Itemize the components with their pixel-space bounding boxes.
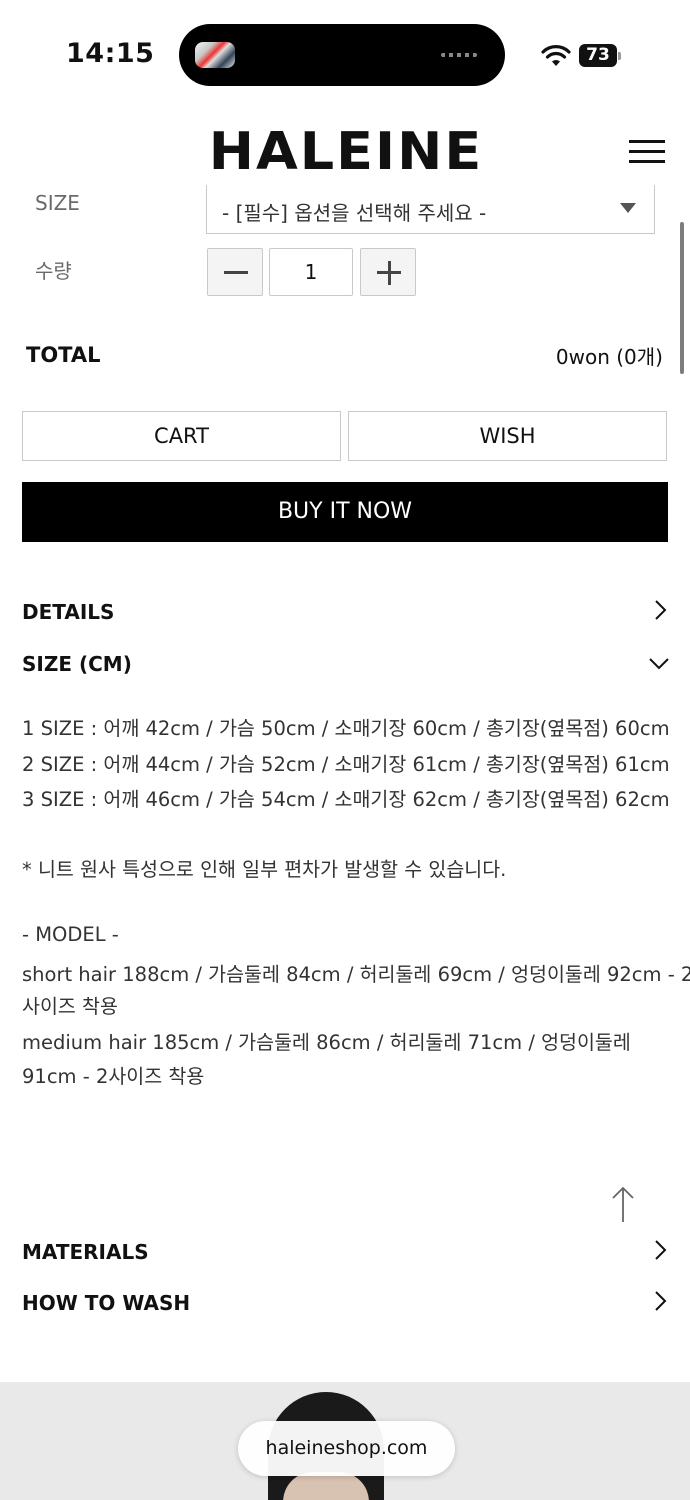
quantity-decrease-button[interactable]	[207, 248, 263, 296]
size-select-placeholder: - [필수] 옵션을 선택해 주세요 -	[222, 201, 487, 225]
wifi-icon	[541, 45, 571, 66]
dynamic-island	[179, 24, 505, 86]
size-option-label: SIZE	[35, 191, 80, 215]
size-spec-line: 2 SIZE : 어깨 44cm / 가슴 52cm / 소매기장 61cm /…	[22, 753, 670, 776]
dropdown-arrow-icon	[620, 203, 636, 213]
model-info-line: short hair 188cm / 가슴둘레 84cm / 허리둘레 69cm…	[22, 963, 690, 986]
scroll-to-top-arrow-icon[interactable]	[610, 1186, 636, 1224]
status-bar: 14:15 73	[0, 0, 690, 105]
total-value: 0won (0개)	[555, 345, 663, 369]
hamburger-menu-icon[interactable]	[629, 140, 665, 164]
chevron-right-icon[interactable]	[651, 599, 669, 621]
battery-icon: 73	[579, 44, 621, 67]
page-scrollbar[interactable]	[680, 222, 684, 374]
total-label: TOTAL	[26, 343, 101, 367]
quantity-label: 수량	[35, 259, 72, 283]
now-playing-thumbnail-icon	[195, 42, 235, 68]
activity-indicator-icon	[441, 53, 477, 57]
size-note: * 니트 원사 특성으로 인해 일부 편차가 발생할 수 있습니다.	[22, 858, 507, 881]
model-info-line: 사이즈 착용	[22, 995, 118, 1018]
size-accordion-title[interactable]: SIZE (CM)	[22, 652, 132, 676]
wish-button[interactable]: WISH	[348, 411, 667, 461]
battery-level: 73	[579, 44, 617, 67]
quantity-increase-button[interactable]	[360, 248, 416, 296]
chevron-right-icon[interactable]	[651, 1239, 669, 1261]
buy-now-button[interactable]: BUY IT NOW	[22, 482, 668, 542]
brand-logo[interactable]: HALEINE	[196, 123, 496, 181]
chevron-right-icon[interactable]	[651, 1290, 669, 1312]
chevron-down-icon[interactable]	[648, 654, 670, 672]
quantity-input[interactable]: 1	[269, 248, 353, 296]
model-info-line: 91cm - 2사이즈 착용	[22, 1065, 205, 1088]
model-info-line: medium hair 185cm / 가슴둘레 86cm / 허리둘레 71c…	[22, 1031, 631, 1054]
details-accordion-title[interactable]: DETAILS	[22, 600, 114, 624]
cart-button[interactable]: CART	[22, 411, 341, 461]
materials-accordion-title[interactable]: MATERIALS	[22, 1240, 149, 1264]
size-spec-line: 3 SIZE : 어깨 46cm / 가슴 54cm / 소매기장 62cm /…	[22, 788, 670, 811]
model-heading: - MODEL -	[22, 923, 119, 946]
how-to-wash-accordion-title[interactable]: HOW TO WASH	[22, 1291, 190, 1315]
status-time: 14:15	[66, 38, 155, 69]
size-spec-line: 1 SIZE : 어깨 42cm / 가슴 50cm / 소매기장 60cm /…	[22, 717, 670, 740]
size-select[interactable]: - [필수] 옵션을 선택해 주세요 -	[206, 185, 655, 234]
browser-address-bar[interactable]: haleineshop.com	[238, 1421, 455, 1476]
